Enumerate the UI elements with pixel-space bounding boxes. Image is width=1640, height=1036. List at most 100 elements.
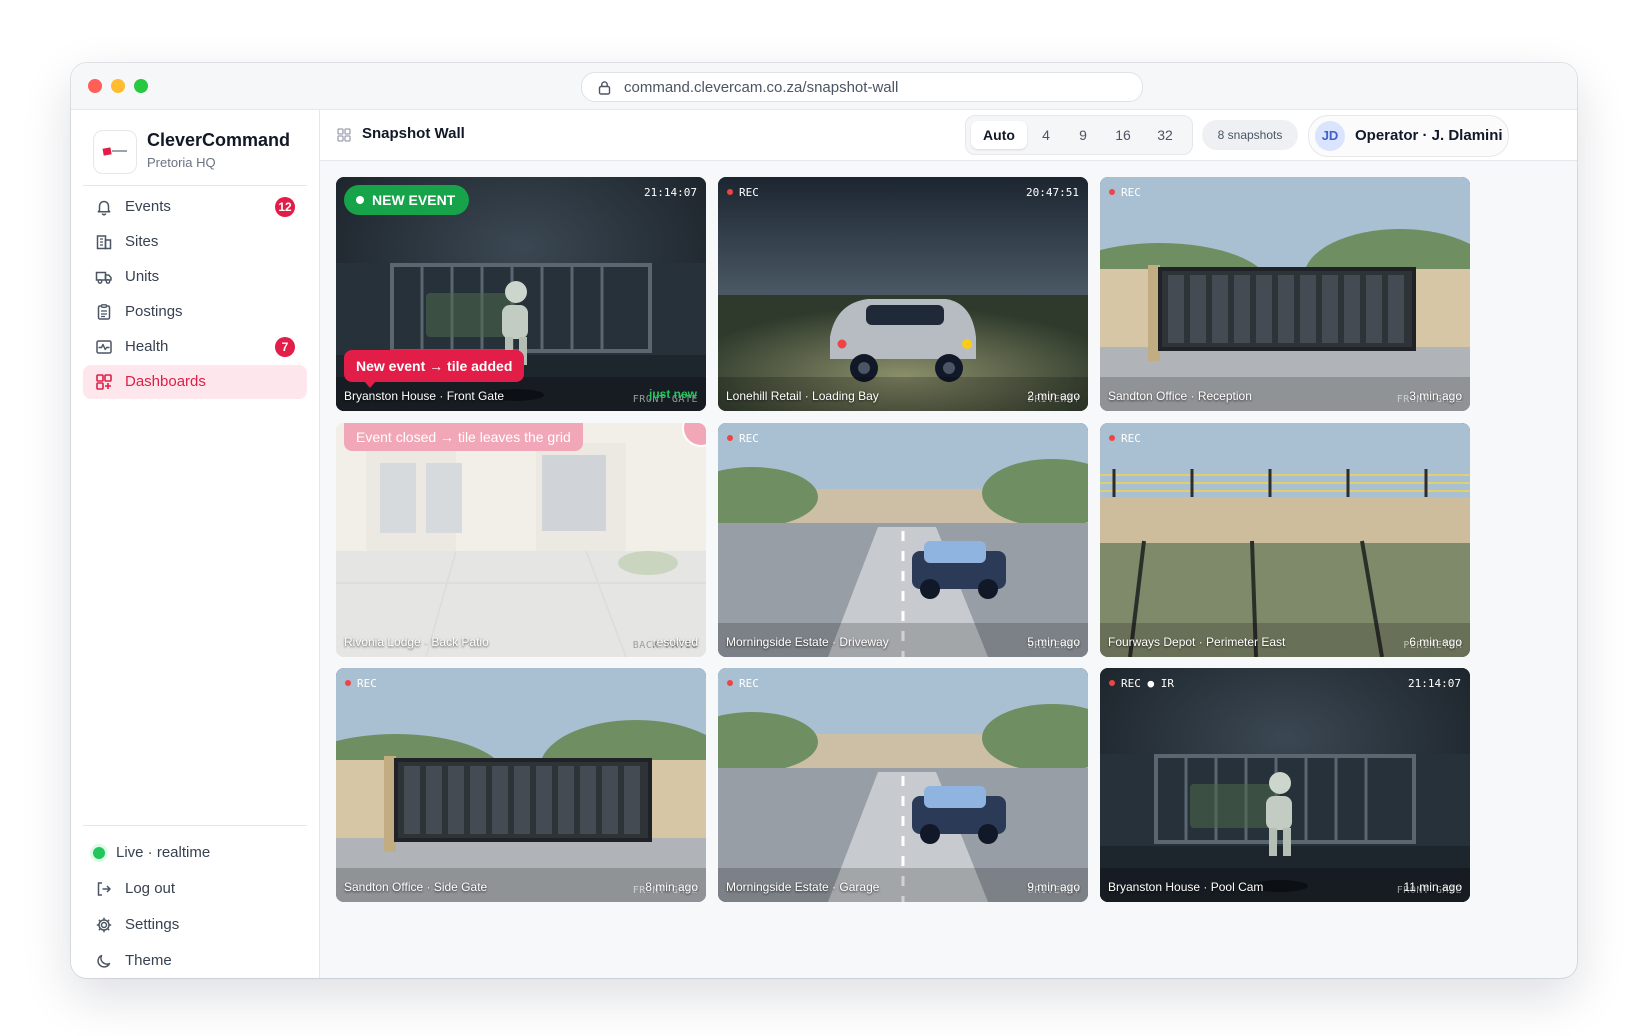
- sidebar-item-dashboards[interactable]: Dashboards: [83, 365, 307, 399]
- snapshot-caption: Bryanston House · Pool Cam: [1108, 880, 1264, 894]
- logout-icon: [97, 882, 111, 896]
- layout-option-32[interactable]: 32: [1146, 121, 1184, 149]
- logout-button[interactable]: Log out: [83, 872, 307, 906]
- building-icon: [96, 235, 112, 250]
- clevercam-logo-icon: [102, 147, 127, 156]
- snapshot-tile[interactable]: REC ● IR 21:14:07 FRONT GATE 11 min ago …: [1100, 668, 1470, 902]
- brand-logo: [93, 130, 137, 174]
- snapshot-age: 8 min ago: [645, 880, 698, 894]
- snapshot-timestamp: 20:47:51: [1026, 186, 1079, 199]
- recording-indicator: REC: [1109, 186, 1141, 199]
- sidebar-item-label: Sites: [125, 233, 159, 250]
- sidebar-item-label: Events: [125, 198, 171, 215]
- snapshot-caption: Sandton Office · Side Gate: [344, 880, 488, 894]
- event-closed-banner: Event closed → tile leaves the grid: [344, 423, 583, 451]
- live-status-dot: [93, 847, 105, 859]
- moon-icon: [97, 954, 111, 968]
- recording-indicator: REC: [1109, 432, 1141, 445]
- snapshot-tile[interactable]: NEW EVENT 21:14:07 New event → tile adde…: [336, 177, 706, 411]
- clipboard-icon: [97, 304, 111, 320]
- minimize-window-button[interactable]: [111, 79, 125, 93]
- settings-button[interactable]: Settings: [83, 908, 307, 942]
- snapshot-age: 3 min ago: [1409, 389, 1462, 403]
- pulse-icon: [96, 340, 112, 354]
- snapshot-age: 6 min ago: [1409, 635, 1462, 649]
- grid-icon: [337, 128, 351, 142]
- camera-snapshot-image: [718, 423, 1088, 657]
- snapshot-tile[interactable]: REC PERIMETER 6 min ago Fourways Depot ·…: [1100, 423, 1470, 657]
- sidebar-item-events[interactable]: Events 12: [83, 190, 307, 224]
- browser-window: command.clevercam.co.za/snapshot-wall Cl…: [71, 63, 1577, 978]
- snapshot-caption: Lonehill Retail · Loading Bay: [726, 389, 879, 403]
- sidebar-item-label: Units: [125, 268, 160, 285]
- snapshot-status: just new: [648, 387, 697, 401]
- page-header: Snapshot Wall Auto 4 9 16 32 8 snapshots…: [320, 110, 1577, 161]
- lock-icon: [598, 81, 611, 95]
- brand-name: CleverCommand: [147, 130, 291, 150]
- close-window-button[interactable]: [88, 79, 102, 93]
- avatar: JD: [1315, 121, 1345, 151]
- snapshot-tile[interactable]: REC DRIVEWAY 9 min ago Morningside Estat…: [718, 668, 1088, 902]
- snapshot-age: 5 min ago: [1027, 635, 1080, 649]
- sidebar-item-label: Health: [125, 338, 169, 355]
- camera-snapshot-image: [718, 177, 1088, 411]
- live-status-label: Live · realtime: [116, 844, 211, 861]
- camera-snapshot-image: [718, 668, 1088, 902]
- recording-indicator: REC: [345, 677, 377, 690]
- sidebar-divider: [83, 185, 307, 186]
- address-url: command.clevercam.co.za/snapshot-wall: [624, 79, 899, 96]
- sidebar-item-units[interactable]: Units: [83, 260, 307, 294]
- snapshot-count-chip: 8 snapshots: [1202, 120, 1298, 150]
- snapshot-caption: Sandton Office · Reception: [1108, 389, 1252, 403]
- camera-snapshot-image: [1100, 423, 1470, 657]
- brand-subtitle: Pretoria HQ: [147, 155, 216, 170]
- snapshot-tile[interactable]: Event closed → tile leaves the grid BACK…: [336, 423, 706, 657]
- snapshot-tile[interactable]: REC FRONT GATE 3 min ago Sandton Office …: [1100, 177, 1470, 411]
- snapshot-caption: Morningside Estate · Driveway: [726, 635, 889, 649]
- address-bar[interactable]: command.clevercam.co.za/snapshot-wall: [581, 72, 1143, 102]
- snapshot-caption: Rivonia Lodge · Back Patio: [344, 635, 489, 649]
- layout-option-16[interactable]: 16: [1105, 121, 1141, 149]
- sidebar-item-postings[interactable]: Postings: [83, 295, 307, 329]
- snapshot-caption: Morningside Estate · Garage: [726, 880, 880, 894]
- layout-option-auto[interactable]: Auto: [971, 121, 1027, 149]
- snapshot-status: resolved: [652, 635, 698, 649]
- theme-label: Theme: [125, 952, 172, 969]
- snapshot-timestamp: 21:14:07: [644, 186, 697, 199]
- snapshot-tile[interactable]: REC FRONT GATE 8 min ago Sandton Office …: [336, 668, 706, 902]
- sidebar-item-sites[interactable]: Sites: [83, 225, 307, 259]
- snapshot-age: 2 min ago: [1027, 389, 1080, 403]
- health-count-badge: 7: [275, 337, 295, 357]
- truck-icon: [95, 271, 112, 284]
- recording-indicator: REC: [727, 677, 759, 690]
- sidebar-divider: [83, 825, 307, 826]
- sidebar: CleverCommand Pretoria HQ Events 12 Site…: [71, 110, 320, 978]
- maximize-window-button[interactable]: [134, 79, 148, 93]
- recording-indicator: REC: [727, 432, 759, 445]
- grid-icon: [96, 374, 112, 390]
- theme-button[interactable]: Theme: [83, 944, 307, 978]
- layout-option-9[interactable]: 9: [1066, 121, 1100, 149]
- camera-snapshot-image: [1100, 177, 1470, 411]
- sidebar-item-health[interactable]: Health 7: [83, 330, 307, 364]
- user-menu[interactable]: JD Operator · J. Dlamini: [1308, 115, 1509, 157]
- snapshot-tile[interactable]: REC DRIVEWAY 5 min ago Morningside Estat…: [718, 423, 1088, 657]
- new-event-toast: New event → tile added: [344, 350, 525, 388]
- layout-option-4[interactable]: 4: [1030, 121, 1062, 149]
- snapshot-tile[interactable]: REC 20:47:51 DRIVEWAY 2 min ago Lonehill…: [718, 177, 1088, 411]
- camera-snapshot-image: [336, 423, 706, 657]
- recording-indicator: REC: [727, 186, 759, 199]
- sidebar-item-label: Dashboards: [125, 373, 206, 390]
- sidebar-item-label: Postings: [125, 303, 183, 320]
- layout-selector: Auto 4 9 16 32: [965, 115, 1193, 155]
- snapshot-caption: Bryanston House · Front Gate: [344, 389, 505, 403]
- snapshot-age: 9 min ago: [1027, 880, 1080, 894]
- user-name: Operator · J. Dlamini: [1355, 127, 1503, 144]
- browser-titlebar: command.clevercam.co.za/snapshot-wall: [71, 63, 1577, 110]
- gear-icon: [96, 917, 112, 933]
- camera-snapshot-image: [336, 668, 706, 902]
- recording-indicator: REC ● IR: [1109, 677, 1174, 690]
- bell-icon: [97, 200, 111, 216]
- snapshot-timestamp: 21:14:07: [1408, 677, 1461, 690]
- camera-snapshot-image: [1100, 668, 1470, 902]
